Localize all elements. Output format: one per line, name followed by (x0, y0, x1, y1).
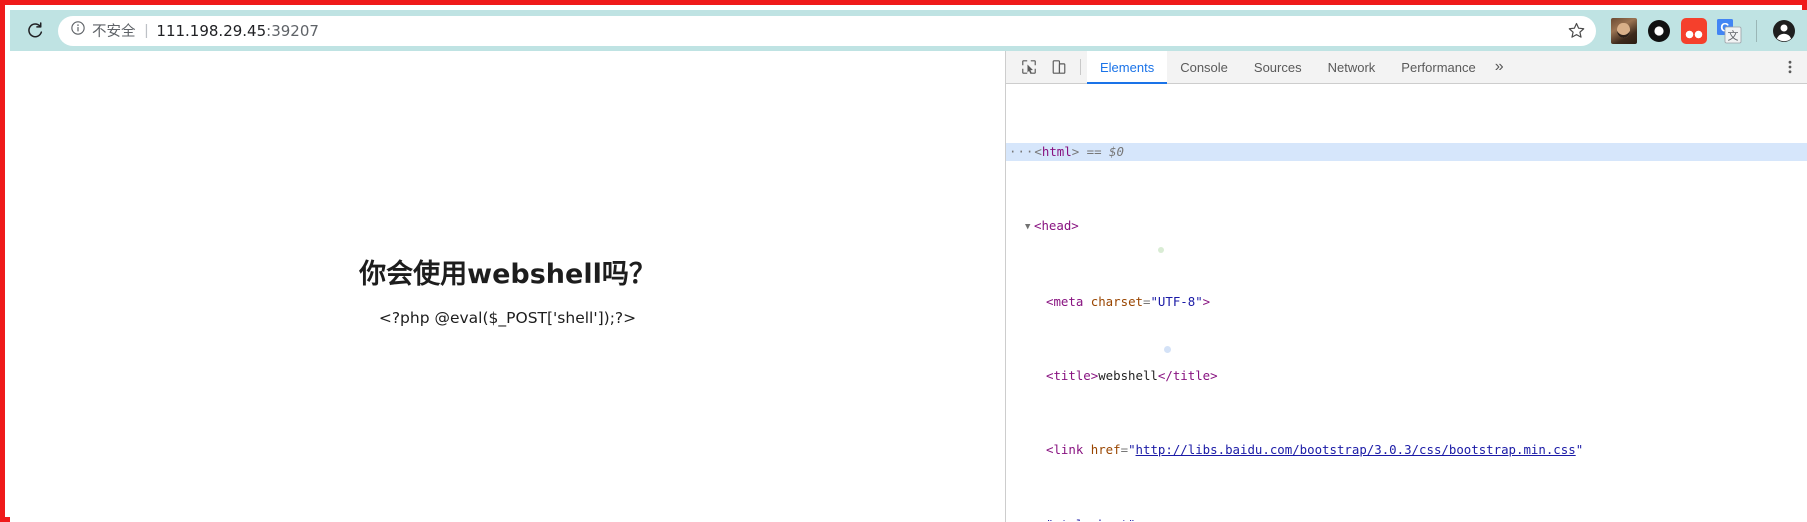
dom-row-head-open[interactable]: ▼ <head> (1006, 217, 1807, 237)
link-quote-open: " (1128, 442, 1136, 458)
more-tabs-chevron-icon[interactable]: » (1489, 51, 1514, 83)
meta-charset-value: "UTF-8" (1150, 293, 1203, 309)
dom-row-link-rel[interactable]: "stylesheet"> (1006, 516, 1807, 521)
anime-avatar-extension-icon[interactable] (1611, 17, 1637, 44)
bookmark-star-icon[interactable] (1562, 17, 1590, 45)
dom-row-title[interactable]: <title>webshell</title> (1006, 367, 1807, 386)
devtools-panel: Elements Console Sources Network Perform… (1005, 51, 1807, 522)
html-tag-name: html (1041, 143, 1072, 159)
omnibox-separator: | (144, 22, 149, 39)
head-open-tag: <head> (1034, 218, 1079, 234)
link-href-attr: href (1090, 442, 1121, 458)
meta-tag-close: > (1202, 293, 1211, 309)
devtools-tabs: Elements Console Sources Network Perform… (1087, 51, 1489, 84)
title-open-tag: <title> (1046, 367, 1099, 383)
devtools-menu-icon[interactable] (1777, 59, 1803, 75)
html-collapse-ellipsis[interactable]: ··· (1009, 144, 1034, 159)
device-toolbar-icon[interactable] (1044, 51, 1074, 83)
page-viewport: 你会使用webshell吗？ <?php @eval($_POST['shell… (10, 51, 1005, 522)
link-href-url[interactable]: http://libs.baidu.com/bootstrap/3.0.3/cs… (1136, 442, 1576, 457)
site-security-chip[interactable]: 不安全 (70, 20, 136, 41)
highlight-dot (1158, 247, 1164, 253)
tab-network[interactable]: Network (1315, 51, 1389, 83)
security-label: 不安全 (92, 24, 136, 40)
meta-charset-attr: charset (1090, 293, 1143, 309)
link-eq: = (1120, 442, 1129, 458)
html-eq: == (1079, 143, 1110, 159)
loading-dot-indicator (1164, 346, 1171, 353)
address-bar[interactable]: 不安全 | 111.198.29.45:39207 (58, 15, 1596, 46)
browser-window: 不安全 | 111.198.29.45:39207 G 文 (0, 0, 1807, 522)
link-rel-value: "stylesheet"> (1046, 517, 1143, 521)
url-text[interactable]: 111.198.29.45:39207 (156, 22, 1562, 40)
reload-icon[interactable] (20, 16, 50, 46)
tab-performance[interactable]: Performance (1388, 51, 1488, 83)
toolbar-separator (1080, 59, 1081, 75)
title-close-tag: </title> (1157, 367, 1218, 383)
html-dollar-ref: $0 (1109, 143, 1124, 159)
red-extension-icon[interactable] (1681, 17, 1707, 44)
devtools-toolbar: Elements Console Sources Network Perform… (1006, 51, 1807, 84)
meta-tag-open: <meta (1046, 293, 1091, 309)
tab-console[interactable]: Console (1167, 51, 1241, 83)
tab-sources[interactable]: Sources (1241, 51, 1315, 83)
tab-elements[interactable]: Elements (1087, 51, 1168, 84)
link-tag-open: <link (1046, 442, 1091, 458)
devtools-toolbar-right (1764, 51, 1807, 83)
inspect-element-icon[interactable] (1014, 51, 1044, 83)
url-host: 111.198.29.45 (156, 21, 267, 40)
toolbar-divider (1756, 19, 1757, 42)
html-open-bracket: < (1034, 143, 1042, 159)
info-circle-icon (70, 20, 86, 41)
browser-toolbar: 不安全 | 111.198.29.45:39207 G 文 (10, 10, 1807, 51)
link-quote-close: " (1575, 442, 1584, 458)
devtools-icon-group (1006, 51, 1074, 83)
title-text: webshell (1098, 367, 1158, 383)
dom-row-link[interactable]: <link href="http://libs.baidu.com/bootst… (1006, 441, 1807, 460)
url-port: :39207 (266, 21, 319, 40)
circle-extension-icon[interactable] (1646, 18, 1672, 44)
dom-tree[interactable]: ···<html> == $0 ▼ <head> <meta charset="U… (1006, 84, 1807, 521)
page-heading: 你会使用webshell吗？ (359, 259, 656, 290)
dom-row-html[interactable]: ···<html> == $0 (1006, 142, 1807, 162)
profile-avatar-icon[interactable] (1769, 16, 1799, 46)
google-translate-extension-icon[interactable]: G 文 (1716, 18, 1742, 44)
dom-row-meta[interactable]: <meta charset="UTF-8"> (1006, 293, 1807, 312)
svg-text:文: 文 (1728, 28, 1739, 42)
head-expand-arrow-icon[interactable]: ▼ (1025, 218, 1034, 237)
page-php-code-text: <?php @eval($_POST['shell']);?> (378, 309, 637, 327)
